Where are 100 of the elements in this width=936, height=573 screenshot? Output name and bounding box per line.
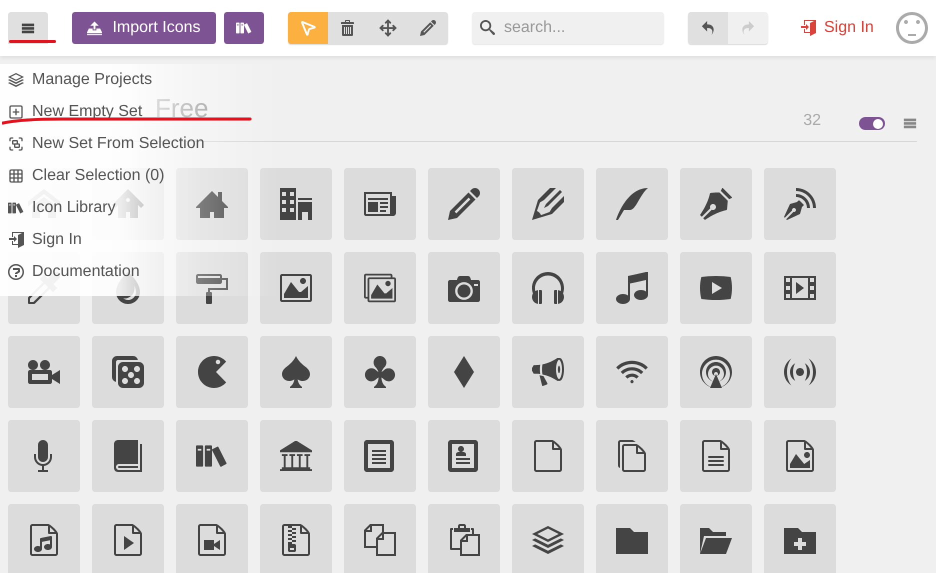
pencil-icon xyxy=(420,20,436,36)
image-icon xyxy=(280,272,312,304)
icon-tile[interactable] xyxy=(344,252,416,324)
menu-item[interactable]: New Set From Selection xyxy=(0,128,330,160)
layers-icon xyxy=(532,524,564,556)
icon-tile[interactable] xyxy=(596,420,668,492)
text-file-icon xyxy=(700,440,732,472)
icon-tile[interactable] xyxy=(260,504,332,573)
undo-button[interactable] xyxy=(688,12,728,44)
icon-tile[interactable] xyxy=(260,168,332,240)
icon-tile[interactable] xyxy=(764,504,836,573)
pen-signal-icon xyxy=(784,188,816,220)
menu-item[interactable]: Icon Library xyxy=(0,192,330,224)
annotation-underline xyxy=(9,40,56,43)
set-title: Free xyxy=(155,95,208,121)
icon-tile[interactable] xyxy=(8,504,80,573)
icon-tile[interactable] xyxy=(764,420,836,492)
icon-tile[interactable] xyxy=(260,252,332,324)
pencil-icon xyxy=(448,188,480,220)
icon-tile[interactable] xyxy=(512,420,584,492)
play-file-icon xyxy=(112,524,144,556)
question-icon xyxy=(8,264,24,280)
search-field[interactable]: search... xyxy=(472,12,664,44)
office-building-icon xyxy=(280,188,312,220)
import-icons-button[interactable]: Import Icons xyxy=(72,12,216,44)
headphones-icon xyxy=(532,272,564,304)
clipboard-icon xyxy=(448,524,480,556)
icon-tile[interactable] xyxy=(680,336,752,408)
library-building-icon xyxy=(280,440,312,472)
sign-in-link[interactable]: Sign In xyxy=(800,16,874,40)
icon-tile[interactable] xyxy=(428,336,500,408)
video-file-icon xyxy=(196,524,228,556)
icon-tile[interactable] xyxy=(680,504,752,573)
icon-library-button[interactable] xyxy=(224,12,264,44)
books-icon xyxy=(8,200,24,216)
music-file-icon xyxy=(28,524,60,556)
spade-icon xyxy=(280,356,312,388)
icon-tile[interactable] xyxy=(92,504,164,573)
music-note-icon xyxy=(616,272,648,304)
icon-tile[interactable] xyxy=(344,168,416,240)
icon-tile[interactable] xyxy=(512,336,584,408)
empty-file-icon xyxy=(532,440,564,472)
redo-icon xyxy=(741,21,755,35)
icon-tile[interactable] xyxy=(512,504,584,573)
sign-in-icon xyxy=(800,20,816,36)
icon-tile[interactable] xyxy=(428,420,500,492)
icon-tile[interactable] xyxy=(680,420,752,492)
menu-item[interactable]: Clear Selection (0) xyxy=(0,160,330,192)
icon-tile[interactable] xyxy=(428,504,500,573)
icon-tile[interactable] xyxy=(680,168,752,240)
paint-roller-icon xyxy=(196,272,228,304)
icon-tile[interactable] xyxy=(260,420,332,492)
icon-tile[interactable] xyxy=(176,420,248,492)
icon-tile[interactable] xyxy=(92,420,164,492)
icon-tile[interactable] xyxy=(344,336,416,408)
selection-icon xyxy=(8,136,24,152)
pencil-icon xyxy=(532,188,564,220)
icon-tile[interactable] xyxy=(764,336,836,408)
icon-tile[interactable] xyxy=(260,336,332,408)
menu-item[interactable]: Documentation xyxy=(0,256,330,288)
icon-tile[interactable] xyxy=(428,168,500,240)
menu-item[interactable]: Manage Projects xyxy=(0,64,330,96)
icon-tile[interactable] xyxy=(176,504,248,573)
move-arrows-icon xyxy=(379,19,397,37)
icon-tile[interactable] xyxy=(596,168,668,240)
icon-tile[interactable] xyxy=(512,252,584,324)
icon-tile[interactable] xyxy=(596,252,668,324)
pacman-icon xyxy=(196,356,228,388)
icon-tile[interactable] xyxy=(344,420,416,492)
icon-tile[interactable] xyxy=(8,336,80,408)
pen-nib-icon xyxy=(700,188,732,220)
icon-tile[interactable] xyxy=(176,168,248,240)
menu-item[interactable]: Sign In xyxy=(0,224,330,256)
icon-tile[interactable] xyxy=(680,252,752,324)
icon-tile[interactable] xyxy=(92,336,164,408)
icon-tile[interactable] xyxy=(764,252,836,324)
icon-tile[interactable] xyxy=(344,504,416,573)
podcast-icon xyxy=(700,356,732,388)
icon-tile[interactable] xyxy=(428,252,500,324)
club-icon xyxy=(364,356,396,388)
profile-card-icon xyxy=(448,440,480,472)
toggle-switch[interactable] xyxy=(859,117,885,130)
icon-tile[interactable] xyxy=(764,168,836,240)
icon-tile[interactable] xyxy=(596,336,668,408)
menu-button[interactable] xyxy=(8,12,48,44)
upload-icon xyxy=(87,20,102,36)
icon-tile[interactable] xyxy=(512,168,584,240)
menu-icon[interactable] xyxy=(903,116,917,130)
dice-icon xyxy=(112,356,144,388)
icon-tile[interactable] xyxy=(8,420,80,492)
broadcast-icon xyxy=(784,356,816,388)
sign-in-icon xyxy=(8,232,24,248)
zip-file-icon xyxy=(280,524,312,556)
icon-tile[interactable] xyxy=(176,252,248,324)
copy-icon xyxy=(364,524,396,556)
bullhorn-icon xyxy=(532,356,564,388)
icon-tile[interactable] xyxy=(596,504,668,573)
icon-tile[interactable] xyxy=(176,336,248,408)
search-icon xyxy=(480,20,495,35)
icon-count: 32 xyxy=(803,111,821,131)
